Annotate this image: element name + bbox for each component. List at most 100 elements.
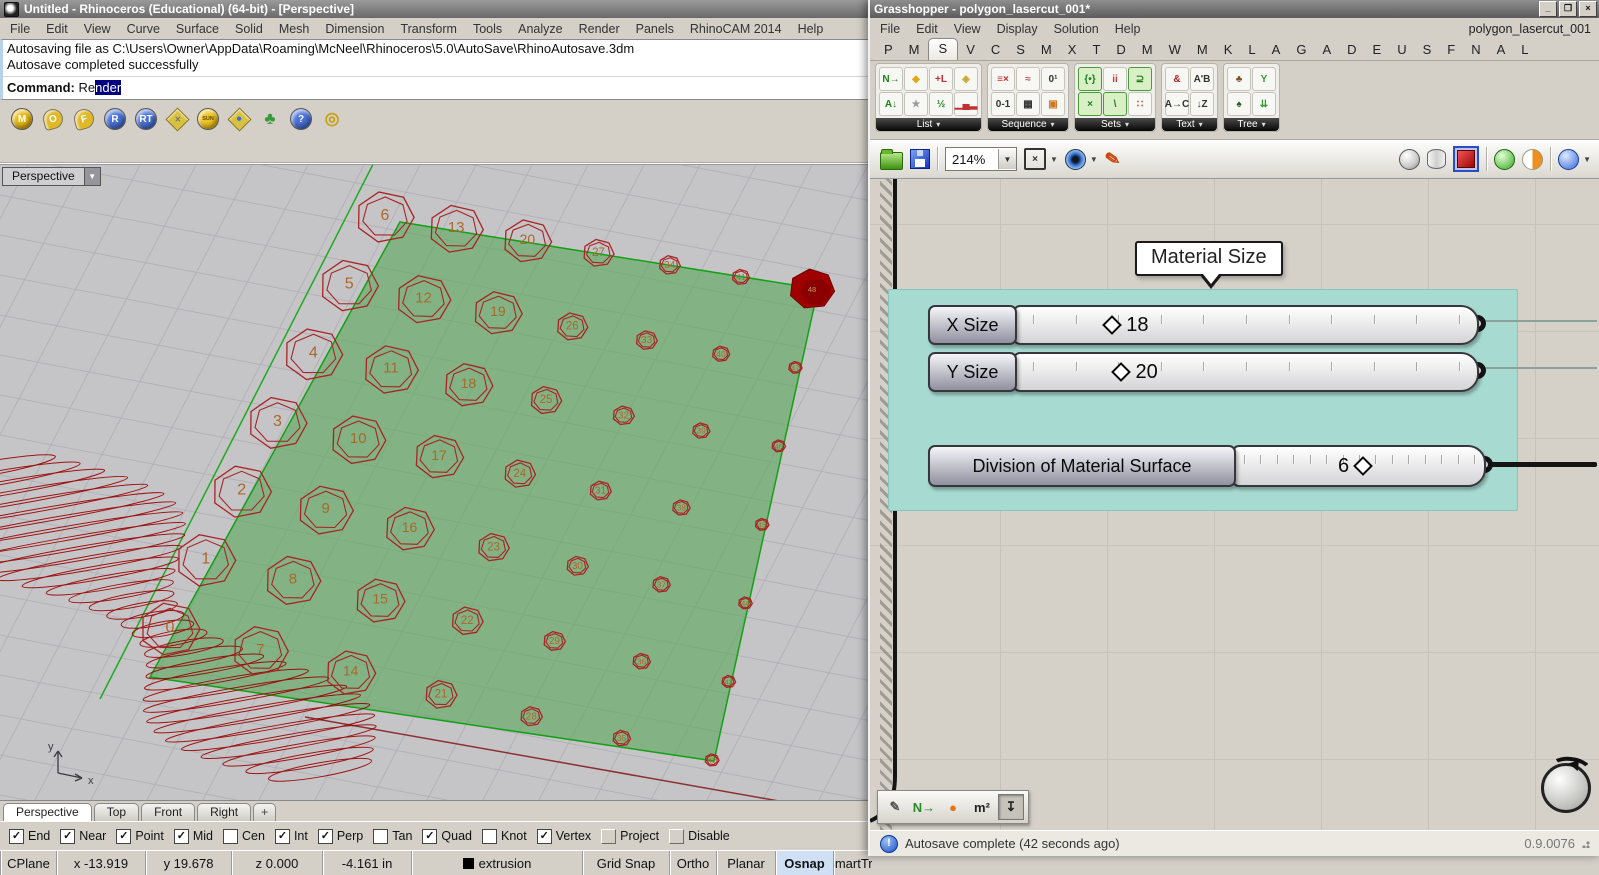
gh-menu-file[interactable]: File (872, 20, 908, 38)
menu-transform[interactable]: Transform (392, 20, 465, 38)
gh-menu-view[interactable]: View (946, 20, 989, 38)
maximize-button[interactable]: ❐ (1559, 1, 1577, 17)
menu-tools[interactable]: Tools (465, 20, 510, 38)
area-dimension-icon[interactable]: m² (969, 794, 995, 820)
characters-icon[interactable]: A'B (1190, 67, 1214, 91)
zoom-dropdown-arrow-icon[interactable]: ▼ (998, 149, 1016, 169)
palette-group-bar-sets[interactable]: Sets ▾ (1075, 118, 1155, 131)
gh-tab-21-s[interactable]: S (1415, 40, 1440, 60)
set-difference-icon[interactable]: × (1078, 92, 1102, 116)
x-size-slider-handle[interactable] (1102, 315, 1123, 335)
gh-tab-5-s[interactable]: S (1008, 40, 1033, 60)
list-length-icon[interactable]: N→ (911, 794, 937, 820)
button-box-disable[interactable] (669, 828, 685, 844)
sort-list-icon[interactable]: A↓ (879, 92, 903, 116)
gh-tab-6-m[interactable]: M (1033, 40, 1060, 60)
gh-tab-3-v[interactable]: V (958, 40, 983, 60)
gh-tab-14-l[interactable]: L (1240, 40, 1263, 60)
gh-tab-18-d[interactable]: D (1339, 40, 1364, 60)
palette-group-dropdown-icon[interactable]: ▾ (1199, 120, 1203, 129)
statusbar-grid-snap[interactable]: Grid Snap (582, 851, 669, 875)
statusbar-osnap[interactable]: Osnap (775, 851, 833, 875)
statusbar-extrusion[interactable]: extrusion (411, 851, 582, 875)
checkbox-cen[interactable] (223, 828, 238, 844)
render-realtime-icon[interactable]: RT (134, 107, 158, 131)
statusbar-planar[interactable]: Planar (716, 851, 775, 875)
menu-solid[interactable]: Solid (227, 20, 271, 38)
checkbox-point[interactable]: ✓ (116, 828, 132, 844)
gh-tab-20-u[interactable]: U (1389, 40, 1414, 60)
osnap-toggle-perp[interactable]: ✓ Perp (317, 828, 363, 844)
statusbar-smarttra[interactable]: SmartTra (833, 851, 872, 875)
osnap-toggle-mid[interactable]: ✓ Mid (173, 828, 213, 844)
text-sort-icon[interactable]: ↓Z (1190, 92, 1214, 116)
menu-mesh[interactable]: Mesh (271, 20, 318, 38)
text-fragment-icon[interactable]: & (1165, 67, 1189, 91)
gh-tab-23-n[interactable]: N (1463, 40, 1488, 60)
gh-tab-16-g[interactable]: G (1288, 40, 1314, 60)
division-slider-handle-cluster[interactable]: 6 (1338, 447, 1374, 485)
division-slider-handle[interactable] (1353, 456, 1374, 476)
palette-group-dropdown-icon[interactable]: ▾ (1125, 120, 1129, 129)
checkbox-near[interactable]: ✓ (60, 828, 76, 844)
material-size-tag[interactable]: Material Size (1135, 241, 1283, 289)
item-index-icon[interactable]: ◆ (904, 67, 928, 91)
gh-tab-2-s[interactable]: S (927, 38, 959, 60)
open-file-icon[interactable] (880, 148, 903, 170)
osnap-button-disable[interactable]: Disable (669, 828, 730, 844)
weave-icon[interactable]: ★ (904, 92, 928, 116)
flatten-tree-icon[interactable]: ⇊ (1252, 92, 1276, 116)
viewport-title-dropdown[interactable]: Perspective ▼ (2, 167, 101, 186)
gh-tab-13-k[interactable]: K (1216, 40, 1241, 60)
osnap-toggle-end[interactable]: ✓ End (9, 828, 50, 844)
palette-group-bar-list[interactable]: List ▾ (876, 118, 981, 131)
menu-analyze[interactable]: Analyze (510, 20, 570, 38)
palette-group-dropdown-icon[interactable]: ▾ (936, 120, 940, 129)
canvas-compass-widget[interactable] (1541, 751, 1591, 813)
gh-tab-22-f[interactable]: F (1439, 40, 1463, 60)
palette-group-bar-tree[interactable]: Tree ▾ (1224, 118, 1279, 131)
render-help-icon[interactable]: ? (289, 107, 313, 131)
checkbox-mid[interactable]: ✓ (173, 828, 189, 844)
gh-tab-9-d[interactable]: D (1108, 40, 1133, 60)
random-icon[interactable]: ≈ (1016, 67, 1040, 91)
menu-view[interactable]: View (76, 20, 119, 38)
preview-selected-only-icon[interactable] (1494, 148, 1516, 170)
gh-menu-edit[interactable]: Edit (908, 20, 946, 38)
extents-dropdown-arrow-icon[interactable]: ▼ (1050, 155, 1058, 164)
tree-palm-icon[interactable]: ♠ (1227, 92, 1251, 116)
gh-tab-8-t[interactable]: T (1084, 40, 1108, 60)
perspective-viewport[interactable]: 0 1 2 3 4 5 6 7 8 9 10 11 12 13 14 15 16 17 18 19 20 21 22 23 24… (0, 164, 872, 800)
preview-shaded-selected-frame[interactable] (1453, 146, 1480, 172)
statusbar-y-19-678[interactable]: y 19.678 (145, 851, 231, 875)
statusbar-cplane[interactable]: CPlane (0, 851, 56, 875)
set-exclusion-icon[interactable]: \ (1103, 92, 1127, 116)
sketch-disabled-icon[interactable]: ✎ (882, 794, 908, 820)
sift-pattern-icon[interactable]: ◈ (954, 67, 978, 91)
sketch-tool-icon[interactable]: ✎ (1103, 147, 1122, 170)
minimize-button[interactable]: _ (1539, 1, 1557, 17)
menu-render[interactable]: Render (571, 20, 628, 38)
jitter-icon[interactable]: ▣ (1041, 92, 1065, 116)
gh-tab-1-m[interactable]: M (901, 40, 928, 60)
preview-quality-icon[interactable] (1558, 148, 1580, 170)
y-size-slider-track[interactable]: 20 (1013, 352, 1479, 392)
osnap-toggle-cen[interactable]: Cen (223, 828, 265, 844)
no-render-icon[interactable]: × (164, 106, 190, 132)
custom-preview-icon[interactable] (1522, 148, 1544, 170)
create-set-icon[interactable]: {•} (1078, 67, 1102, 91)
osnap-toggle-vertex[interactable]: ✓ Vertex (536, 828, 591, 844)
viewport-dropdown-arrow-icon[interactable]: ▼ (83, 168, 100, 185)
gh-tab-0-p[interactable]: P (876, 40, 901, 60)
viewport-tab-right[interactable]: Right (197, 803, 252, 821)
gh-tab-11-w[interactable]: W (1161, 40, 1189, 60)
gh-tab-15-a[interactable]: A (1264, 40, 1289, 60)
preview-shaded-icon[interactable] (1457, 150, 1476, 168)
button-box-project[interactable] (601, 828, 617, 844)
render-o-tag-icon[interactable]: O (40, 106, 66, 132)
viewport-tab-top[interactable]: Top (93, 803, 140, 821)
viewport-3d-canvas[interactable]: 0123456789101112131415161718192021222324… (0, 165, 872, 800)
menu-edit[interactable]: Edit (38, 20, 76, 38)
checkbox-int[interactable]: ✓ (274, 828, 290, 844)
render-drop-icon[interactable]: ● (226, 106, 252, 132)
